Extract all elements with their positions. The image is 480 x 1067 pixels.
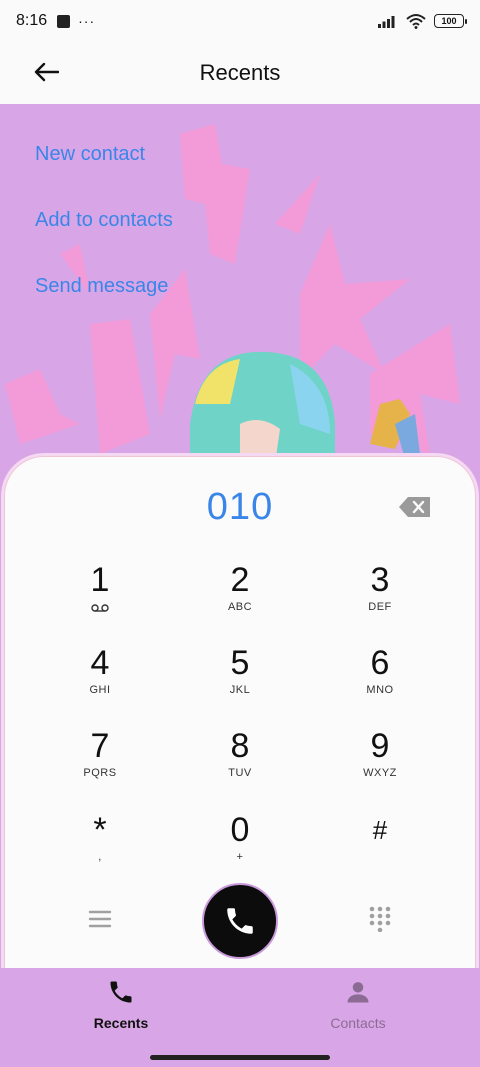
key-digit: 7 — [90, 727, 110, 765]
status-indicators: 100 — [378, 13, 467, 29]
key-digit: # — [372, 815, 388, 845]
keypad-icon[interactable] — [366, 904, 394, 932]
key-3[interactable]: 3 DEF — [320, 560, 440, 630]
key-0[interactable]: 0 + — [180, 810, 300, 880]
home-indicator[interactable] — [150, 1055, 330, 1060]
bottom-navigation: Recents Contacts — [0, 968, 480, 1067]
phone-icon — [227, 908, 253, 934]
key-4[interactable]: 4 GHI — [40, 643, 160, 713]
back-arrow-icon — [34, 62, 59, 82]
call-button[interactable] — [202, 883, 278, 959]
new-contact-link[interactable]: New contact — [35, 140, 173, 206]
status-time: 8:16 — [16, 12, 48, 29]
nav-recents-label: Recents — [93, 1015, 149, 1031]
backspace-icon[interactable] — [398, 495, 432, 519]
key-digit: 8 — [230, 727, 250, 765]
key-digit: 0 — [230, 811, 250, 849]
key-hash[interactable]: # — [320, 810, 440, 880]
notification-icon — [57, 14, 71, 28]
key-6[interactable]: 6 MNO — [320, 643, 440, 713]
phone-icon — [110, 981, 132, 1003]
voicemail-icon — [91, 604, 109, 612]
key-letters: GHI — [89, 684, 111, 696]
page-title: Recents — [199, 60, 281, 85]
wifi-icon — [406, 14, 426, 29]
key-letters: JKL — [229, 684, 251, 696]
key-digit: 4 — [90, 644, 110, 682]
add-to-contacts-link[interactable]: Add to contacts — [35, 206, 173, 272]
quick-actions: New contact Add to contacts Send message — [35, 140, 173, 338]
app-header: Recents — [0, 42, 480, 104]
key-digit: 9 — [370, 727, 390, 765]
key-digit: 3 — [370, 561, 390, 599]
send-message-link[interactable]: Send message — [35, 272, 173, 338]
status-overflow: ··· — [78, 13, 96, 29]
key-letters: MNO — [366, 684, 394, 696]
key-star[interactable]: * , — [40, 810, 160, 880]
nav-contacts-label: Contacts — [330, 1015, 386, 1031]
key-digit: 1 — [90, 561, 110, 599]
key-digit: 5 — [230, 644, 250, 682]
key-digit: 6 — [370, 644, 390, 682]
menu-icon[interactable] — [86, 905, 114, 933]
key-digit: * — [93, 811, 107, 849]
back-button[interactable] — [30, 56, 62, 88]
nav-recents[interactable]: Recents — [61, 978, 181, 1031]
signal-icon — [378, 16, 395, 28]
key-letters: TUV — [228, 767, 252, 779]
key-letters: DEF — [368, 601, 392, 613]
key-8[interactable]: 8 TUV — [180, 726, 300, 796]
key-2[interactable]: 2 ABC — [180, 560, 300, 630]
key-9[interactable]: 9 WXYZ — [320, 726, 440, 796]
key-letters: , — [98, 851, 102, 863]
battery-level: 100 — [441, 16, 457, 26]
key-letters: PQRS — [83, 767, 117, 779]
key-7[interactable]: 7 PQRS — [40, 726, 160, 796]
nav-contacts[interactable]: Contacts — [298, 978, 418, 1031]
key-1[interactable]: 1 — [40, 560, 160, 630]
key-letters: ABC — [227, 601, 253, 613]
key-5[interactable]: 5 JKL — [180, 643, 300, 713]
status-bar: 8:16 ··· 100 — [0, 0, 480, 42]
person-icon — [347, 982, 369, 1003]
key-letters: WXYZ — [363, 767, 397, 779]
key-letters: + — [236, 851, 244, 863]
battery-icon: 100 — [434, 14, 467, 28]
key-digit: 2 — [230, 561, 250, 599]
